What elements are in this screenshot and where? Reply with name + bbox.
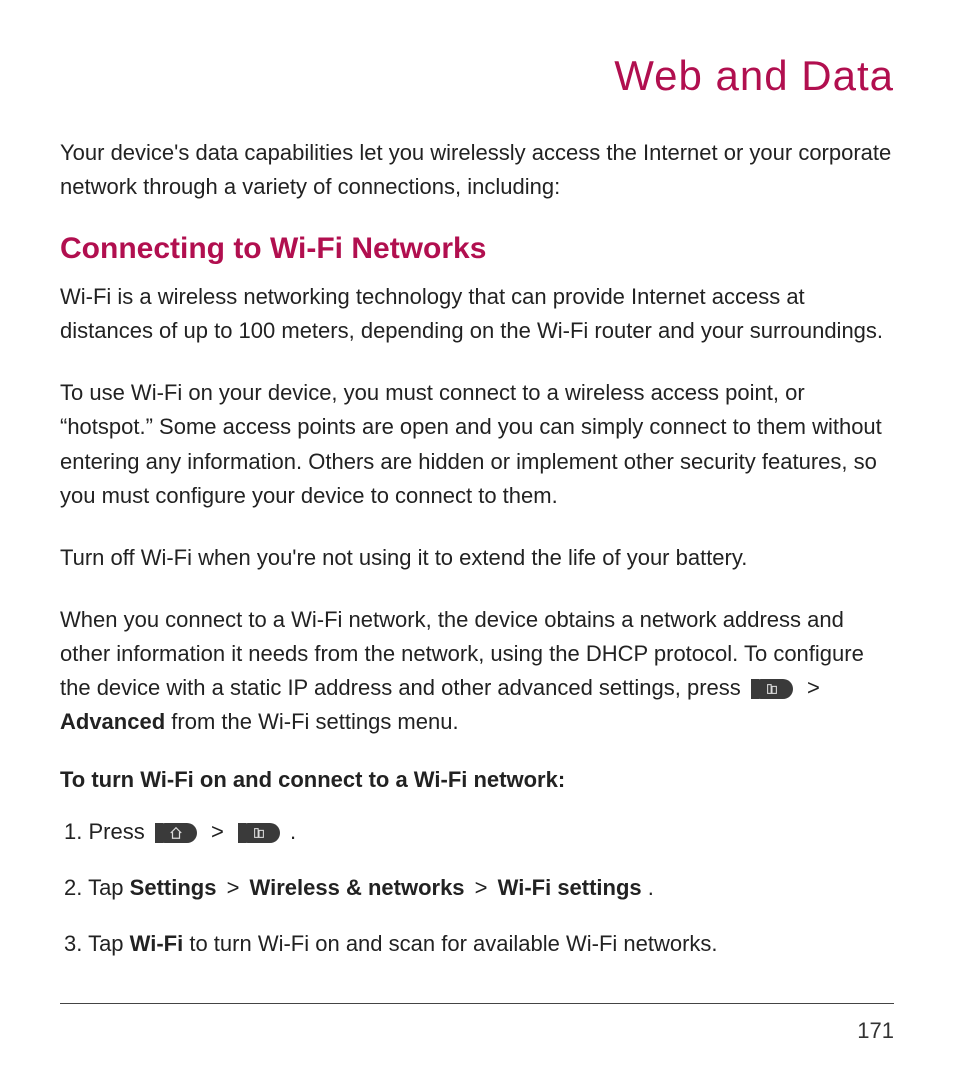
breadcrumb-separator: > <box>807 675 820 700</box>
paragraph-4-text-b: from the Wi-Fi settings menu. <box>171 709 458 734</box>
wifi-settings-label: Wi-Fi settings <box>498 875 642 900</box>
step-2-text: 2. Tap <box>64 875 130 900</box>
wifi-label: Wi-Fi <box>130 931 184 956</box>
menu-key-icon <box>751 679 793 699</box>
page-number: 171 <box>857 1018 894 1044</box>
page-title: Web and Data <box>60 52 894 100</box>
advanced-label: Advanced <box>60 709 165 734</box>
paragraph-4: When you connect to a Wi-Fi network, the… <box>60 603 894 739</box>
step-1-end: . <box>290 819 296 844</box>
breadcrumb-separator: > <box>475 875 494 900</box>
menu-key-icon <box>238 823 280 843</box>
step-2: 2. Tap Settings > Wireless & networks > … <box>60 871 894 905</box>
wireless-networks-label: Wireless & networks <box>250 875 465 900</box>
step-3: 3. Tap Wi-Fi to turn Wi-Fi on and scan f… <box>60 927 894 961</box>
settings-label: Settings <box>130 875 217 900</box>
paragraph-4-text-a: When you connect to a Wi-Fi network, the… <box>60 607 864 700</box>
section-heading: Connecting to Wi-Fi Networks <box>60 232 894 266</box>
sub-heading: To turn Wi-Fi on and connect to a Wi-Fi … <box>60 767 894 793</box>
step-3-text-c: to turn Wi-Fi on and scan for available … <box>189 931 717 956</box>
step-1-text: 1. Press <box>64 819 151 844</box>
document-page: Web and Data Your device's data capabili… <box>0 0 954 1074</box>
home-key-icon <box>155 823 197 843</box>
breadcrumb-separator: > <box>211 819 230 844</box>
intro-paragraph: Your device's data capabilities let you … <box>60 136 894 204</box>
paragraph-3: Turn off Wi-Fi when you're not using it … <box>60 541 894 575</box>
paragraph-1: Wi-Fi is a wireless networking technolog… <box>60 280 894 348</box>
footer-divider <box>60 1003 894 1004</box>
step-2-end: . <box>648 875 654 900</box>
paragraph-2: To use Wi-Fi on your device, you must co… <box>60 376 894 512</box>
breadcrumb-separator: > <box>227 875 246 900</box>
step-3-text-a: 3. Tap <box>64 931 130 956</box>
step-1: 1. Press > . <box>60 815 894 849</box>
